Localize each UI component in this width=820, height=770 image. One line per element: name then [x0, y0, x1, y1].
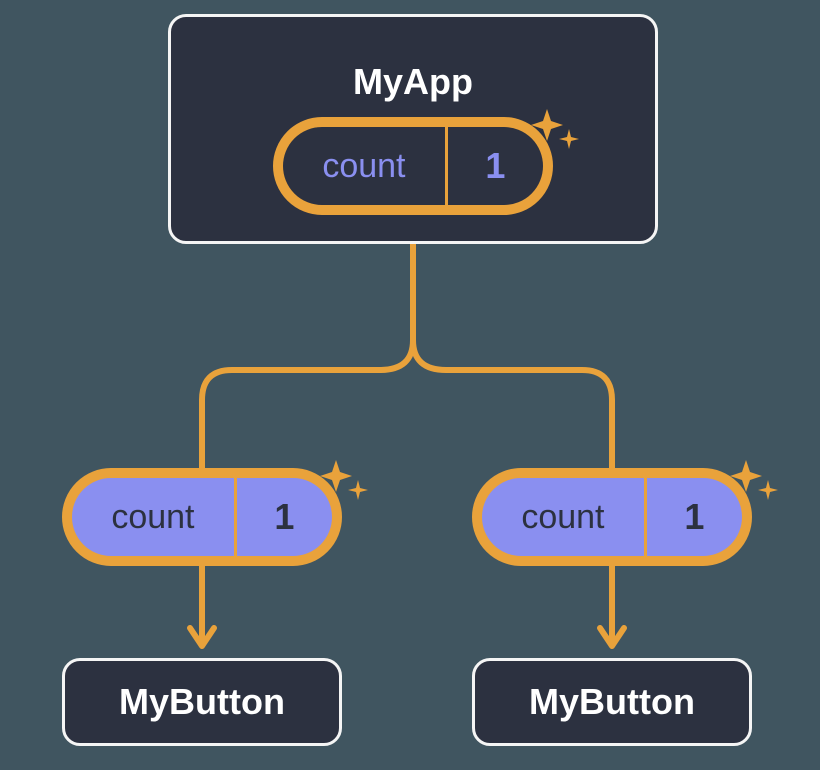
prop-label: count	[482, 478, 644, 556]
child-prop-pill: count 1	[62, 468, 342, 566]
child-title: MyButton	[119, 681, 285, 723]
parent-component-box: MyApp count 1	[168, 14, 658, 244]
state-label: count	[283, 127, 445, 205]
prop-pill: count 1	[472, 468, 752, 566]
prop-label: count	[72, 478, 234, 556]
child-component-box: MyButton	[472, 658, 752, 746]
parent-title: MyApp	[353, 61, 473, 103]
prop-value: 1	[234, 478, 332, 556]
parent-state-pill: count 1	[273, 117, 553, 215]
prop-pill: count 1	[62, 468, 342, 566]
child-prop-pill: count 1	[472, 468, 752, 566]
prop-value: 1	[644, 478, 742, 556]
child-component-box: MyButton	[62, 658, 342, 746]
state-value: 1	[445, 127, 543, 205]
child-title: MyButton	[529, 681, 695, 723]
